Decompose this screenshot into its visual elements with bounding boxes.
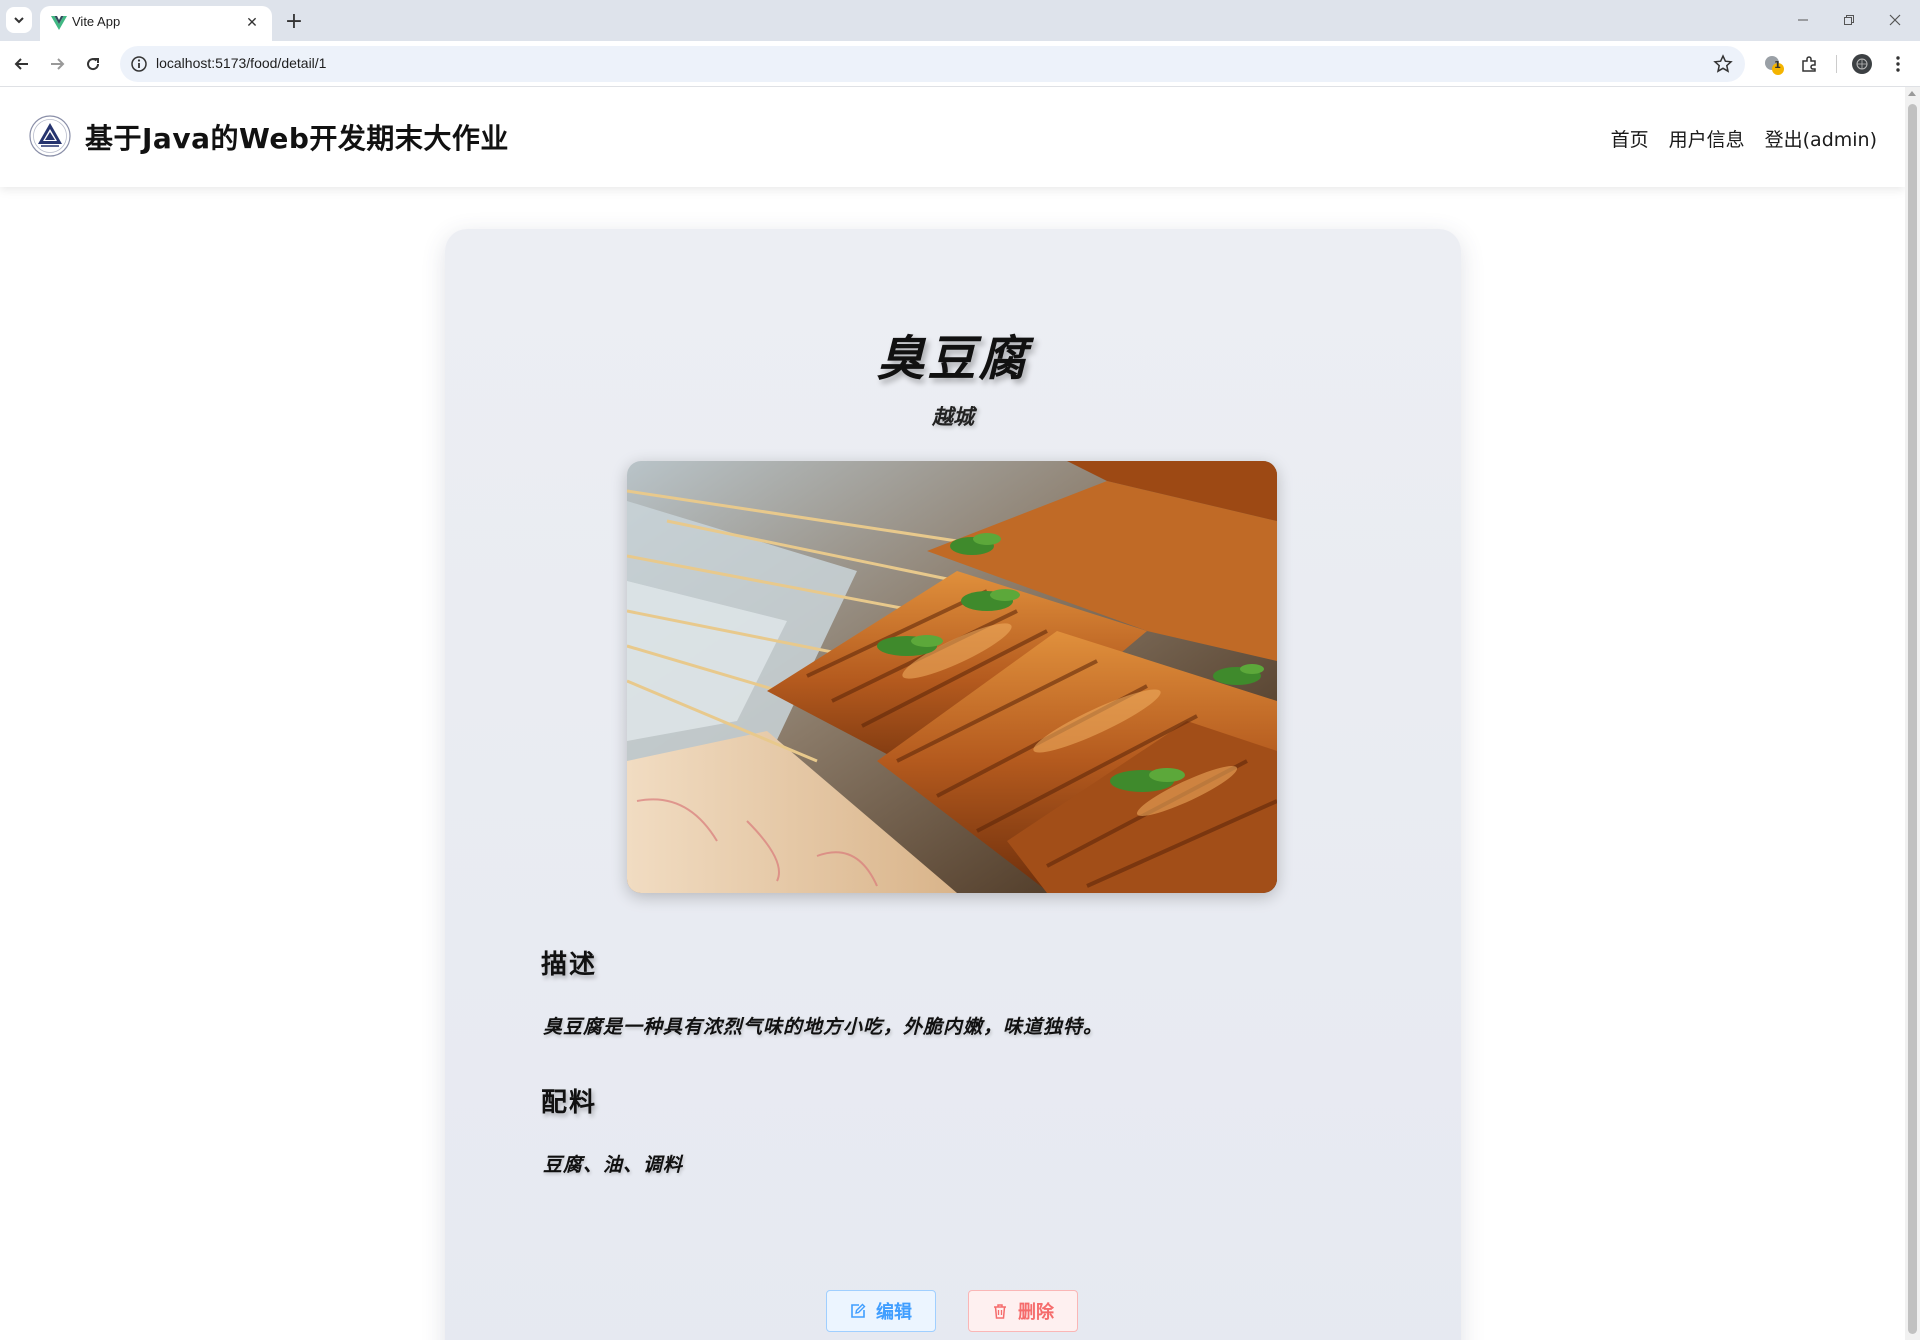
reload-icon	[87, 58, 100, 71]
description-text: 臭豆腐是一种具有浓烈气味的地方小吃，外脆内嫩，味道独特。	[543, 1016, 1104, 1038]
trash-icon	[994, 1304, 1006, 1319]
browser-menu-button[interactable]	[1884, 50, 1912, 78]
edit-button-label: 编辑	[876, 1302, 912, 1323]
restore-button[interactable]	[1826, 6, 1872, 34]
food-detail-card: 臭豆腐 越城 描述 臭豆腐是一种具有浓烈气味的地方小吃，外脆内嫩，味道独特。 配…	[445, 229, 1461, 1340]
edit-icon	[851, 1303, 866, 1318]
stinky-tofu-photo	[627, 461, 1277, 893]
extension-button[interactable]: 1	[1760, 50, 1788, 78]
scrollbar-thumb[interactable]	[1908, 104, 1917, 1334]
kebab-menu-icon	[1896, 56, 1900, 72]
puzzle-icon	[1802, 56, 1816, 72]
ingredients-text: 豆腐、油、调料	[543, 1154, 684, 1176]
close-window-button[interactable]	[1872, 6, 1918, 34]
extensions-menu-button[interactable]	[1795, 50, 1823, 78]
url-text[interactable]: localhost:5173/food/detail/1	[156, 55, 326, 71]
delete-button-label: 删除	[1018, 1302, 1054, 1323]
chevron-down-icon	[14, 17, 24, 24]
university-logo-icon	[29, 115, 71, 157]
tab-search-button[interactable]	[6, 7, 32, 33]
edit-button[interactable]: 编辑	[826, 1290, 936, 1332]
site-title: 基于Java的Web开发期末大作业	[85, 122, 509, 155]
close-tab-icon[interactable]: ✕	[242, 13, 262, 33]
info-icon[interactable]	[130, 55, 148, 73]
browser-tab[interactable]: Vite App ✕	[40, 6, 272, 41]
reload-button[interactable]	[79, 50, 107, 78]
arrow-right-icon	[51, 58, 65, 70]
food-name: 臭豆腐	[876, 331, 1030, 387]
page-viewport: 基于Java的Web开发期末大作业 首页 用户信息 登出(admin) 臭豆腐 …	[0, 87, 1920, 1340]
avatar-icon	[1852, 54, 1872, 74]
back-button[interactable]	[8, 50, 36, 78]
food-photo	[627, 461, 1277, 893]
minimize-button[interactable]	[1780, 6, 1826, 34]
bookmark-star-icon[interactable]	[1713, 54, 1733, 74]
restore-icon	[1844, 15, 1854, 25]
toolbar-divider	[1836, 55, 1837, 73]
minimize-icon	[1798, 19, 1808, 21]
description-heading: 描述	[541, 950, 598, 980]
page-scrollbar[interactable]	[1905, 87, 1920, 1340]
browser-toolbar: localhost:5173/food/detail/1 1	[0, 41, 1920, 87]
vue-logo-icon	[51, 16, 67, 30]
profile-button[interactable]	[1848, 50, 1876, 78]
ingredients-heading: 配料	[541, 1088, 598, 1118]
scroll-up-arrow-icon[interactable]	[1908, 91, 1916, 96]
forward-button[interactable]	[43, 50, 71, 78]
close-icon	[1889, 14, 1901, 26]
new-tab-button[interactable]: +	[280, 7, 308, 35]
address-bar[interactable]: localhost:5173/food/detail/1	[120, 46, 1745, 82]
extension-badge-count: 1	[1774, 60, 1781, 71]
browser-tab-strip: Vite App ✕ +	[0, 0, 1920, 41]
delete-button[interactable]: 删除	[968, 1290, 1078, 1332]
nav-user-info-link[interactable]: 用户信息	[1669, 125, 1745, 152]
nav-home-link[interactable]: 首页	[1611, 125, 1649, 152]
arrow-left-icon	[14, 58, 28, 70]
food-region: 越城	[932, 405, 974, 429]
nav-logout-link[interactable]: 登出(admin)	[1765, 125, 1877, 152]
app-header: 基于Java的Web开发期末大作业 首页 用户信息 登出(admin)	[0, 87, 1905, 187]
top-nav: 首页 用户信息 登出(admin)	[1611, 125, 1877, 152]
tab-title: Vite App	[72, 14, 121, 29]
